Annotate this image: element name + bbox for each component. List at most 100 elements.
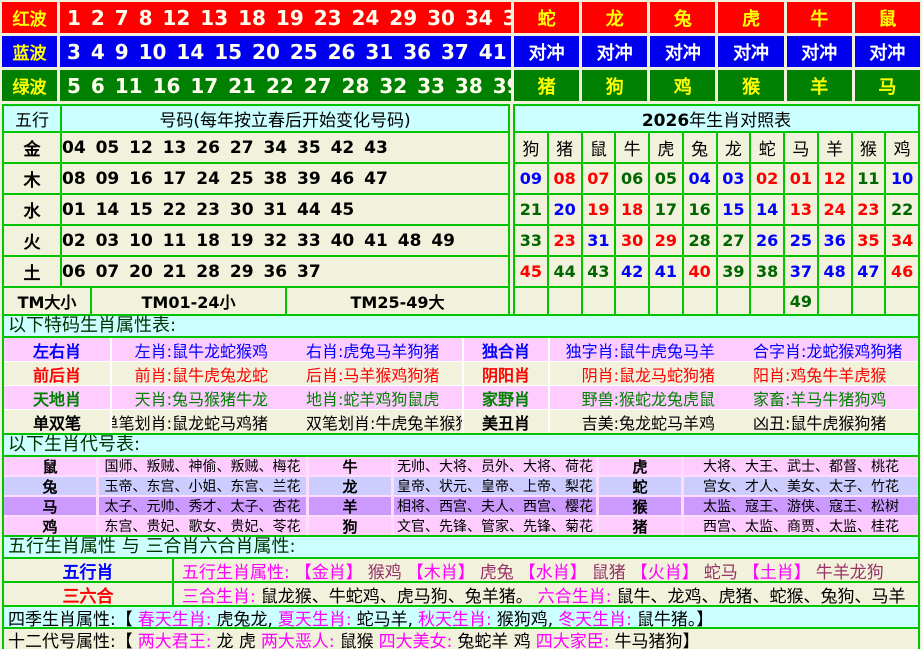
zodiac-number-cell: 34 (885, 225, 919, 256)
zodiac-column-header: 猪 (548, 132, 582, 163)
zodiac-name: 鼠 (4, 457, 99, 475)
zodiac-table-year: 2026 (642, 111, 689, 131)
attr-category-label: 单双笔 (4, 410, 112, 433)
text-segment: 【金肖】 (295, 559, 363, 581)
zodiac-table-title-text: 年生肖对照表 (689, 111, 791, 131)
tm-size-label: TM大小 (3, 287, 91, 315)
prop-category-label: 五行肖 (4, 559, 174, 581)
element-numbers: 01 14 15 22 23 30 31 44 45 (61, 194, 509, 225)
wave-row: 蓝波3 4 9 10 14 15 20 25 26 31 36 37 41 42… (2, 36, 920, 67)
wave-zodiac-cell: 狗 (582, 70, 647, 101)
zodiac-code-names: 相将、西宫、夫人、西宫、樱花 (394, 497, 599, 515)
code-row: 兔玉帝、东宫、小姐、东宫、兰花龙皇帝、状元、皇帝、上帝、梨花蛇宫女、才人、美女、… (4, 475, 918, 495)
zodiac-number-cell: 27 (717, 225, 751, 256)
zodiac-number-cell: 15 (717, 194, 751, 225)
zodiac-number-cell: 13 (784, 194, 818, 225)
prop-content: 五行生肖属性:【金肖】猴鸡【木肖】虎兔【水肖】鼠猪【火肖】蛇马【土肖】牛羊龙狗 (174, 559, 889, 581)
text-segment: 【水肖】 (519, 559, 587, 581)
wave-label: 绿波 (2, 70, 57, 101)
element-row: 金04 05 12 13 26 27 34 35 42 43 (3, 132, 509, 163)
text-segment: 【火肖】 (631, 559, 699, 581)
zodiac-code-names: 东宫、贵妃、歌女、贵妃、苓花 (99, 517, 309, 535)
tm-small-range: TM01-24小 (91, 287, 286, 315)
text-segment: 六合生肖: (538, 583, 612, 605)
wave-zodiac-cell: 鸡 (650, 70, 715, 101)
attr-text: 独字肖:鼠牛虎兔马羊 (566, 338, 715, 361)
zodiac-number-cell: 16 (683, 194, 717, 225)
attr-text: 双笔划肖:牛虎兔羊猴狗 (306, 410, 464, 433)
attr-row: 天地肖天肖:兔马猴猪牛龙地肖:蛇羊鸡狗鼠虎家野肖野兽:猴蛇龙兔虎鼠家畜:羊马牛猪… (4, 385, 918, 409)
zodiac-code-names: 太监、寇王、游侠、寇王、松树 (684, 497, 918, 515)
codes-table: 鼠国师、叛贼、神偷、叛贼、梅花牛无帅、大将、员外、大将、荷花虎大将、大王、武士、… (2, 455, 920, 537)
zodiac-number-cell (818, 287, 852, 315)
zodiac-column-header: 牛 (615, 132, 649, 163)
attr-text: 天肖:兔马猴猪牛龙 (135, 386, 268, 409)
wave-zodiac-cell: 对冲 (514, 36, 579, 67)
attr-row: 左右肖左肖:鼠牛龙蛇猴鸡右肖:虎兔马羊狗猪独合肖独字肖:鼠牛虎兔马羊合字肖:龙蛇… (4, 338, 918, 361)
zodiac-code-names: 太子、元帅、秀才、太子、杏花 (99, 497, 309, 515)
attr-text: 后肖:马羊猴鸡狗猪 (306, 362, 439, 385)
text-segment: 四季生肖属性:【 (8, 605, 133, 629)
zodiac-number-cell: 46 (885, 256, 919, 287)
wave-zodiac-cell: 对冲 (855, 36, 920, 67)
attr-text: 右肖:虎兔马羊狗猪 (306, 338, 439, 361)
zodiac-number-cell: 20 (548, 194, 582, 225)
zodiac-number-cell (514, 287, 548, 315)
zodiac-number-cell: 30 (615, 225, 649, 256)
zodiac-number-cell (750, 287, 784, 315)
text-segment: 【木肖】 (407, 559, 475, 581)
zodiac-name: 鸡 (4, 517, 99, 535)
attr-row: 前后肖前肖:鼠牛虎兔龙蛇后肖:马羊猴鸡狗猪阴阳肖阴肖:鼠龙马蛇狗猪阳肖:鸡兔牛羊… (4, 361, 918, 385)
zodiac-number-cell (582, 287, 616, 315)
zodiac-name: 蛇 (599, 477, 684, 495)
attr-text: 合字肖:龙蛇猴鸡狗猪 (753, 338, 902, 361)
text-segment: 鼠猪 (592, 559, 626, 581)
text-segment: 兔蛇羊 鸡 (457, 627, 530, 649)
five-elements-header: 五行 (3, 105, 61, 132)
zodiac-number-cell: 33 (514, 225, 548, 256)
props-section-header: 五行生肖属性 与 三合肖六合肖属性: (2, 535, 920, 559)
attr-content: 天肖:兔马猴猪牛龙地肖:蛇羊鸡狗鼠虎 (112, 386, 464, 409)
zodiac-number-cell: 45 (514, 256, 548, 287)
text-segment: 三合生肖: (182, 583, 256, 605)
zodiac-name: 牛 (309, 457, 394, 475)
text-segment: 牛马猪狗】 (614, 627, 699, 649)
zodiac-name: 兔 (4, 477, 99, 495)
props-rows: 五行肖五行生肖属性:【金肖】猴鸡【木肖】虎兔【水肖】鼠猪【火肖】蛇马【土肖】牛羊… (0, 557, 922, 607)
zodiac-number-cell: 42 (615, 256, 649, 287)
code-row: 马太子、元帅、秀才、太子、杏花羊相将、西宫、夫人、西宫、樱花猴太监、寇王、游侠、… (4, 495, 918, 515)
attr-text: 阴肖:鼠龙马蛇狗猪 (582, 362, 715, 385)
element-numbers: 02 03 10 11 18 19 32 33 40 41 48 49 (61, 225, 509, 256)
wave-zodiac-cell: 猪 (514, 70, 579, 101)
element-name: 木 (3, 163, 61, 194)
attr-category-label: 美丑肖 (464, 410, 550, 433)
zodiac-number-cell: 38 (750, 256, 784, 287)
text-segment: 四大家臣: (536, 627, 610, 649)
zodiac-column-header: 兔 (683, 132, 717, 163)
zodiac-number-row: 212019181716151413242322 (514, 194, 919, 225)
zodiac-number-cell (852, 287, 886, 315)
zodiac-code-names: 大将、大王、武士、都督、桃花 (684, 457, 918, 475)
zodiac-name: 羊 (309, 497, 394, 515)
wave-zodiac-cell: 对冲 (787, 36, 852, 67)
element-numbers: 08 09 16 17 24 25 38 39 46 47 (61, 163, 509, 194)
zodiac-column-header: 鸡 (885, 132, 919, 163)
wave-zodiac-cell: 牛 (787, 2, 852, 33)
season-properties-row: 四季生肖属性:【春天生肖:虎兔龙,夏天生肖:蛇马羊,秋天生肖:猴狗鸡,冬天生肖:… (2, 605, 920, 629)
zodiac-number-cell: 43 (582, 256, 616, 287)
text-segment: 牛羊龙狗 (816, 559, 884, 581)
zodiac-code-names: 皇帝、状元、皇帝、上帝、梨花 (394, 477, 599, 495)
text-segment: 秋天生肖: (418, 605, 492, 629)
zodiac-table-title: 2026年生肖对照表 (514, 105, 919, 132)
zodiac-column-header: 虎 (649, 132, 683, 163)
wave-zodiac-cell: 兔 (650, 2, 715, 33)
wave-zodiac-cell: 马 (855, 70, 920, 101)
zodiac-number-cell: 03 (717, 163, 751, 194)
zodiac-number-cell (683, 287, 717, 315)
zodiac-number-cell: 23 (852, 194, 886, 225)
zodiac-number-row: 49 (514, 287, 919, 315)
attr-content: 阴肖:鼠龙马蛇狗猪阳肖:鸡兔牛羊虎猴 (550, 362, 918, 385)
text-segment: 春天生肖: (138, 605, 212, 629)
zodiac-name: 龙 (309, 477, 394, 495)
wave-zodiac-cell: 鼠 (855, 2, 920, 33)
